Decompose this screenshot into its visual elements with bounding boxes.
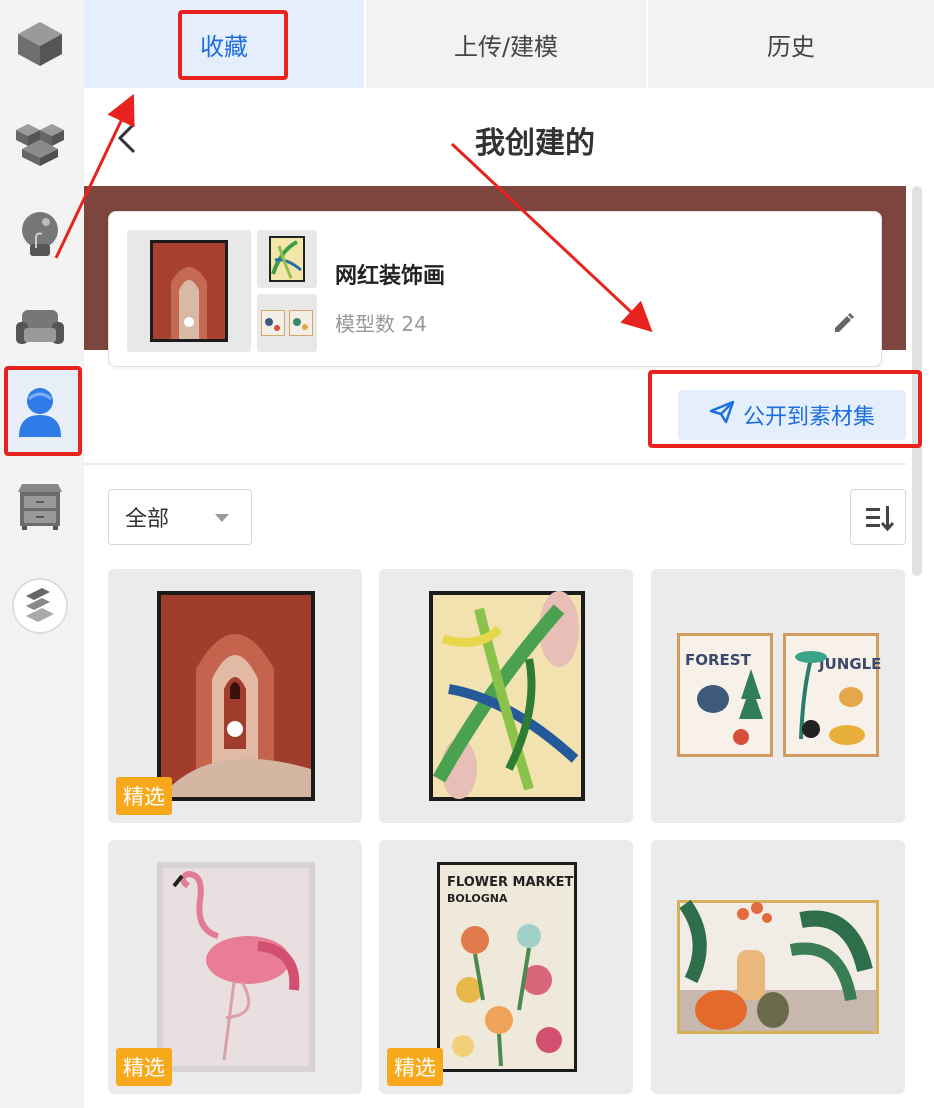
cover-main-thumbnail [127, 230, 251, 352]
annotation-box-publish-button [648, 370, 922, 448]
tab-upload-modeling[interactable]: 上传/建模 [366, 0, 646, 88]
tropical-leaves-painting [429, 591, 585, 801]
jungle-print-text: JUNGLE [818, 655, 881, 673]
page-title: 我创建的 [475, 126, 595, 161]
model-tile[interactable] [379, 569, 633, 823]
annotation-box-user-icon [4, 366, 82, 456]
model-tile[interactable]: FOREST JUNGLE [651, 569, 905, 823]
app-window: 收藏 上传/建模 历史 我创建的 网红装饰画 模型数 24 公开到素材集 全部 … [0, 0, 934, 1108]
flower-market-title: FLOWER MARKET [447, 875, 573, 890]
model-tile[interactable]: 精选 [108, 840, 362, 1094]
flower-market-subtitle: BOLOGNA [447, 892, 508, 905]
model-tile[interactable]: 精选 [108, 569, 362, 823]
collection-name: 网红装饰画 [335, 264, 446, 289]
collection-card: 网红装饰画 模型数 24 [108, 211, 882, 367]
annotation-box-favorites-tab [178, 10, 288, 80]
sofa-icon[interactable] [10, 298, 70, 358]
layers-logo-icon[interactable] [10, 576, 70, 636]
tab-history[interactable]: 历史 [648, 0, 934, 88]
sort-icon [851, 506, 907, 550]
caret-down-icon [215, 514, 229, 522]
still-life-vases-painting [677, 899, 879, 1034]
forest-jungle-animal-prints: FOREST JUNGLE [677, 633, 881, 757]
sort-button[interactable] [850, 489, 906, 545]
left-rail [0, 0, 84, 1108]
forest-print-text: FOREST [685, 651, 752, 669]
featured-badge: 精选 [387, 1048, 443, 1086]
model-count: 模型数 24 [335, 312, 427, 336]
cube-icon[interactable] [10, 14, 70, 74]
cabinet-icon[interactable] [10, 476, 70, 536]
cover-small-thumbnail [257, 230, 317, 288]
lightbulb-icon[interactable] [10, 206, 70, 266]
featured-badge: 精选 [116, 777, 172, 815]
section-divider [84, 463, 906, 465]
model-tile[interactable] [651, 840, 905, 1094]
pencil-icon[interactable] [831, 310, 857, 336]
model-tile[interactable]: FLOWER MARKET BOLOGNA 精选 [379, 840, 633, 1094]
filter-selected-value: 全部 [125, 507, 170, 532]
cover-small-thumbnail [257, 294, 317, 352]
category-filter-select[interactable]: 全部 [108, 489, 252, 545]
featured-badge: 精选 [116, 1048, 172, 1086]
